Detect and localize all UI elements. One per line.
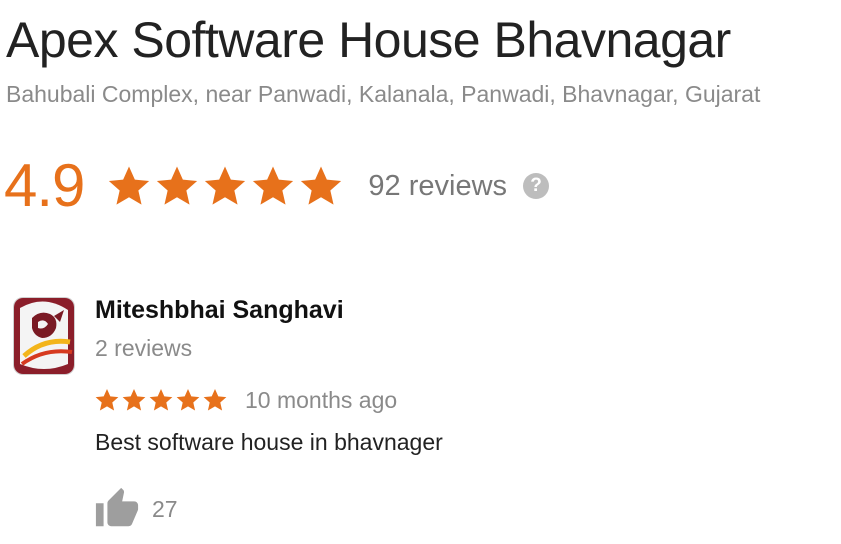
rating-value: 4.9: [4, 152, 85, 219]
star-icon: [149, 388, 173, 411]
star-icon: [157, 166, 198, 205]
reviews-link[interactable]: 92 reviews: [368, 146, 507, 226]
place-title: Apex Software House Bhavnagar: [6, 12, 731, 68]
reviewer-name[interactable]: Miteshbhai Sanghavi: [95, 294, 344, 326]
avatar[interactable]: [14, 298, 74, 374]
star-icon: [109, 166, 150, 205]
star-icon: [95, 388, 119, 411]
star-icon: [205, 166, 246, 205]
thumbs-up-icon: [95, 487, 139, 527]
place-address: Bahubali Complex, near Panwadi, Kalanala…: [6, 81, 761, 107]
star-icon: [203, 388, 227, 411]
rating-stars: [106, 163, 346, 209]
rating-summary: 4.9 92 reviews ?: [4, 146, 550, 226]
review-meta: 10 months ago: [94, 384, 397, 416]
reviewer-review-count: 2 reviews: [95, 335, 193, 361]
star-icon: [253, 166, 294, 205]
star-icon: [176, 388, 200, 411]
review-date: 10 months ago: [245, 386, 398, 413]
profile-avatar: [14, 298, 74, 374]
question-circle-icon[interactable]: ?: [523, 173, 550, 199]
review-stars: [94, 387, 229, 413]
like-count: 27: [152, 495, 178, 522]
like-button[interactable]: 27: [94, 484, 178, 534]
star-icon: [122, 388, 146, 411]
star-icon: [301, 166, 342, 205]
review-text: Best software house in bhavnager: [95, 429, 443, 455]
